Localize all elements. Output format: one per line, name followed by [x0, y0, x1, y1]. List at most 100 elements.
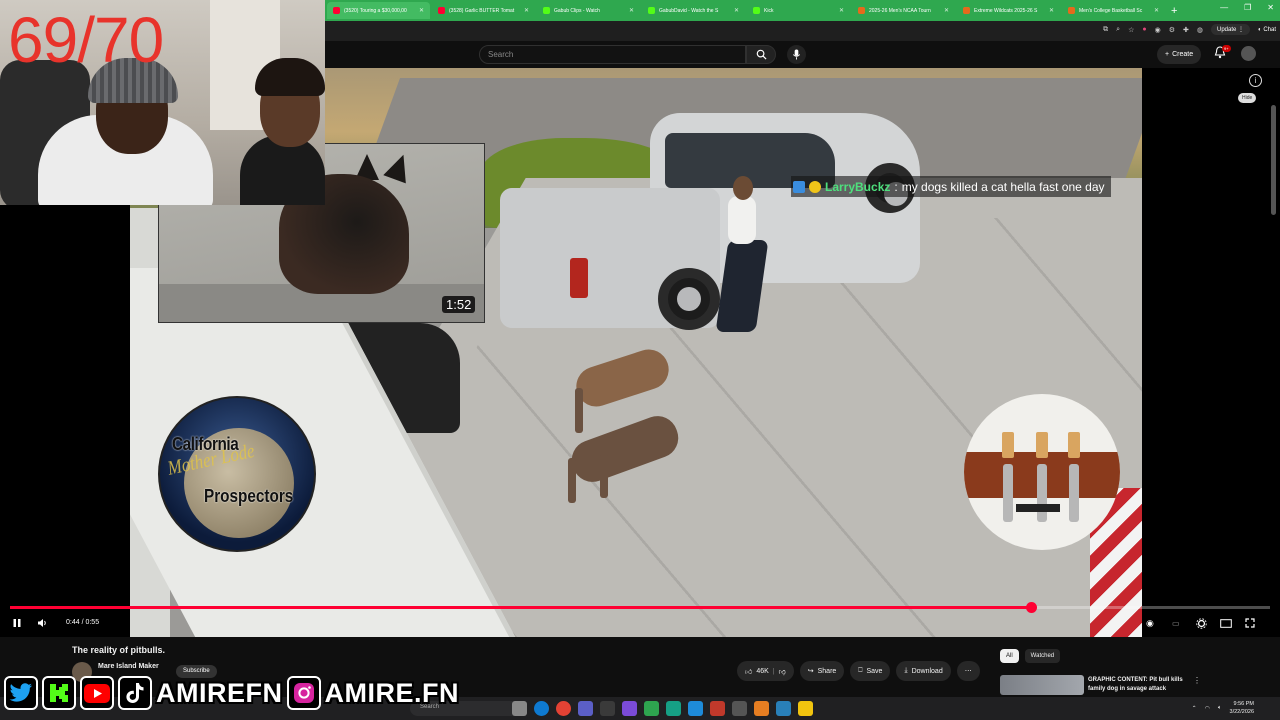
more-vert-icon[interactable]: ⋮: [1193, 676, 1201, 685]
scene-person-body: [728, 196, 756, 244]
window-controls: — ❐ ✕: [1220, 3, 1274, 12]
account-avatar[interactable]: [1241, 46, 1256, 61]
hide-chat-button[interactable]: Hide: [1238, 93, 1257, 103]
scene-dog-leg: [575, 388, 583, 433]
info-icon[interactable]: i: [1249, 74, 1262, 87]
kick-icon: [648, 7, 655, 14]
profile-icon[interactable]: ◍: [1197, 26, 1203, 34]
settings-button[interactable]: [1196, 616, 1207, 630]
tray-chevron-icon[interactable]: ⌃: [1192, 705, 1197, 712]
extension-icon[interactable]: ◉: [1155, 26, 1161, 34]
bookmark-star-icon[interactable]: ☆: [1128, 26, 1134, 34]
puzzle-icon[interactable]: ✚: [1183, 26, 1189, 34]
autoplay-toggle[interactable]: ◉: [1146, 616, 1154, 630]
wifi-icon[interactable]: ◠: [1205, 705, 1210, 712]
like-button[interactable]: 👍︎ 46K | 👎︎: [737, 661, 794, 681]
tab-label: (3528) Garlic BUTTER Tomat: [449, 7, 515, 14]
close-icon[interactable]: ✕: [419, 7, 424, 14]
search-button[interactable]: [746, 45, 776, 64]
tab-label: GabubDavid - Watch the S: [659, 7, 719, 14]
app-icon[interactable]: [688, 701, 703, 716]
social-banner: AMIREFN AMIRE.FN: [4, 674, 459, 712]
theater-mode-button[interactable]: [1220, 616, 1232, 630]
video-title: The reality of pitbulls.: [72, 645, 166, 655]
chat-badge-icon: [809, 180, 821, 193]
channel-name[interactable]: Mare Island Maker: [98, 663, 159, 670]
kick-icon: [543, 7, 550, 14]
browser-tab[interactable]: Kick ✕: [747, 2, 850, 19]
discord-icon[interactable]: [578, 701, 593, 716]
system-tray: ⌃ ◠ 🔈︎ 9:56 PM 3/22/2026: [1192, 700, 1254, 716]
progress-bar[interactable]: [10, 602, 1270, 613]
share-button[interactable]: ↪ Share: [799, 661, 845, 681]
app-icon[interactable]: [754, 701, 769, 716]
recommended-video-title[interactable]: GRAPHIC CONTENT: Pit bull kills family d…: [1088, 676, 1188, 694]
update-button[interactable]: Update ⋮: [1210, 24, 1251, 35]
maximize-icon[interactable]: ❐: [1244, 3, 1251, 12]
app-icon[interactable]: [622, 701, 637, 716]
app-icon[interactable]: [666, 701, 681, 716]
close-icon[interactable]: ✕: [734, 7, 739, 14]
extension-icon[interactable]: ⧉: [1103, 26, 1108, 34]
more-icon: ⋯: [964, 668, 972, 675]
browser-tab[interactable]: Men's College Basketball Sc ✕: [1062, 2, 1165, 19]
close-icon[interactable]: ✕: [1154, 7, 1159, 14]
thumbs-down-icon[interactable]: 👎︎: [779, 667, 786, 676]
zoom-icon[interactable]: ⌕: [1116, 26, 1120, 34]
page-scrollbar[interactable]: [1271, 105, 1276, 215]
chip-watched[interactable]: Watched: [1024, 649, 1061, 663]
logo-text-bottom: Prospectors: [204, 486, 294, 506]
extension-icon[interactable]: ●: [1142, 26, 1146, 33]
clock-time: 9:56 PM: [1233, 701, 1254, 707]
download-button[interactable]: ⤓ Download: [896, 661, 951, 681]
volume-button[interactable]: [37, 616, 48, 630]
captions-button[interactable]: ▭: [1172, 616, 1180, 630]
app-icon[interactable]: [732, 701, 747, 716]
extension-icon[interactable]: ⚙: [1169, 26, 1175, 34]
save-button[interactable]: ⎕ Save: [850, 661, 891, 681]
browser-tab[interactable]: 2025-26 Men's NCAA Tourn ✕: [852, 2, 955, 19]
minimize-icon[interactable]: —: [1220, 3, 1228, 12]
play-pause-button[interactable]: [12, 616, 22, 630]
close-icon[interactable]: ✕: [1049, 7, 1054, 14]
edge-icon[interactable]: [534, 701, 549, 716]
taskbar-clock[interactable]: 9:56 PM 3/22/2026: [1230, 700, 1254, 716]
new-tab-button[interactable]: +: [1165, 5, 1183, 17]
twitter-icon: [4, 676, 38, 710]
speaker-icon[interactable]: 🔈︎: [1218, 705, 1222, 712]
create-button[interactable]: + Create: [1157, 45, 1202, 64]
youtube-icon: [333, 7, 340, 14]
chat-badge-icon: [793, 180, 805, 193]
chip-all[interactable]: All: [1000, 649, 1019, 663]
progress-played: [10, 606, 1031, 609]
xbox-icon[interactable]: [644, 701, 659, 716]
folder-icon[interactable]: [798, 701, 813, 716]
close-icon[interactable]: ✕: [839, 7, 844, 14]
app-icon[interactable]: [776, 701, 791, 716]
browser-tab[interactable]: (3520) Touring a $30,000,00 ✕: [327, 2, 430, 19]
close-window-icon[interactable]: ✕: [1267, 3, 1274, 12]
file-explorer-icon[interactable]: [512, 701, 527, 716]
scrubber-handle[interactable]: [1025, 602, 1037, 613]
more-actions-button[interactable]: ⋯: [956, 661, 980, 681]
tab-label: Gabub Clips - Watch: [554, 7, 600, 14]
voice-search-button[interactable]: [787, 45, 806, 64]
chrome-icon[interactable]: [556, 701, 571, 716]
browser-tab[interactable]: GabubDavid - Watch the S ✕: [642, 2, 745, 19]
browser-tab[interactable]: Gabub Clips - Watch ✕: [537, 2, 640, 19]
browser-tab[interactable]: (3528) Garlic BUTTER Tomat ✕: [432, 2, 535, 19]
close-icon[interactable]: ✕: [944, 7, 949, 14]
captions-icon: ▭: [1172, 618, 1180, 628]
tap-spout: [1069, 464, 1079, 522]
instagram-icon: [286, 676, 321, 710]
tab-label: (3520) Touring a $30,000,00: [344, 7, 407, 14]
browser-tab[interactable]: Extreme Wildcats 2025-26 S ✕: [957, 2, 1060, 19]
close-icon[interactable]: ✕: [524, 7, 529, 14]
adobe-icon[interactable]: [710, 701, 725, 716]
close-icon[interactable]: ✕: [629, 7, 634, 14]
fullscreen-button[interactable]: [1245, 616, 1255, 630]
chat-button[interactable]: ◐ Chat: [1258, 27, 1276, 33]
app-icon[interactable]: [600, 701, 615, 716]
recommended-video-thumbnail[interactable]: [1000, 675, 1084, 695]
search-input[interactable]: Search: [479, 45, 746, 64]
